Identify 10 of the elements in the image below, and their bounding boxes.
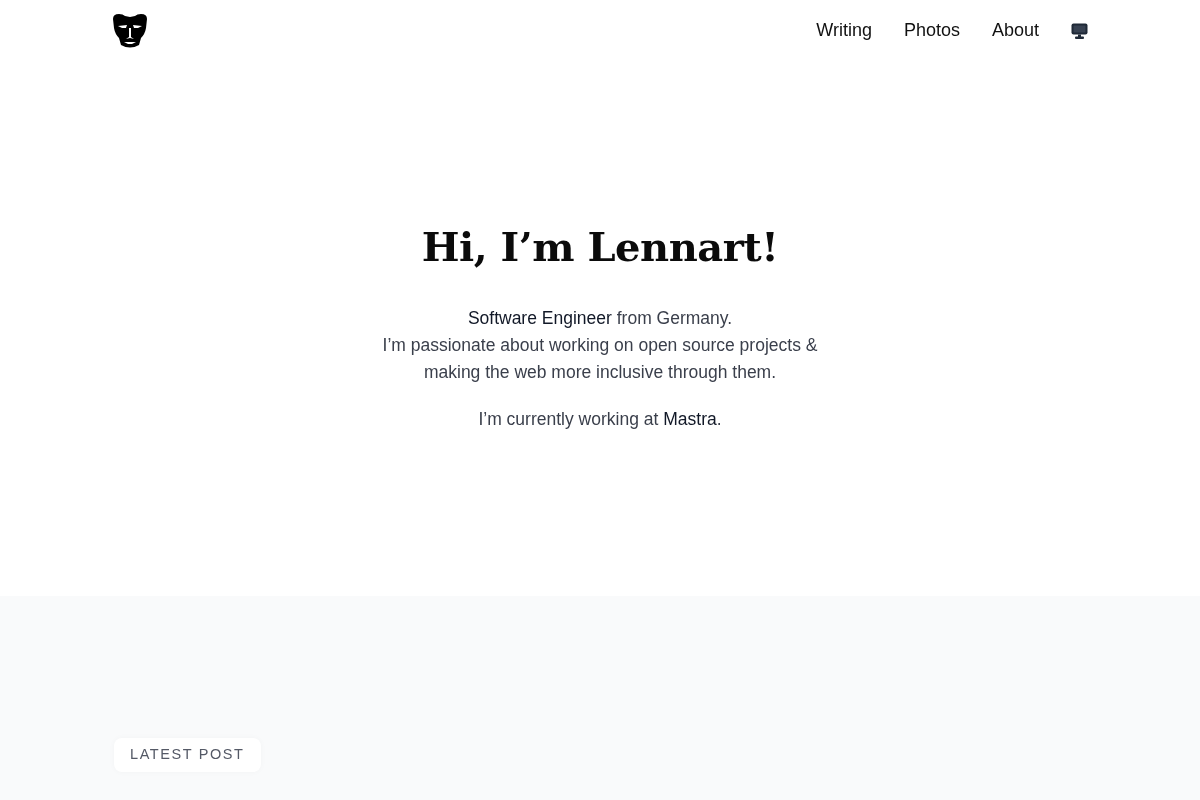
monitor-icon[interactable]	[1071, 22, 1088, 39]
intro-paragraph: Software Engineer from Germany. I’m passionate about working on open source projects & making the web more inclusive through them.	[381, 307, 819, 384]
nav-link[interactable]: Writing	[816, 19, 872, 42]
job-sentence: I’m currently working at Mastra.	[477, 408, 723, 431]
cat-head-logo-icon[interactable]	[112, 12, 148, 49]
latest-post-label: LATEST POST	[114, 738, 261, 772]
nav-link[interactable]: Photos	[903, 19, 960, 42]
company-link[interactable]: Mastra	[663, 409, 717, 429]
nav-link[interactable]: About	[991, 19, 1039, 42]
hero-heading: Hi, I’m Lennart!	[420, 223, 780, 271]
